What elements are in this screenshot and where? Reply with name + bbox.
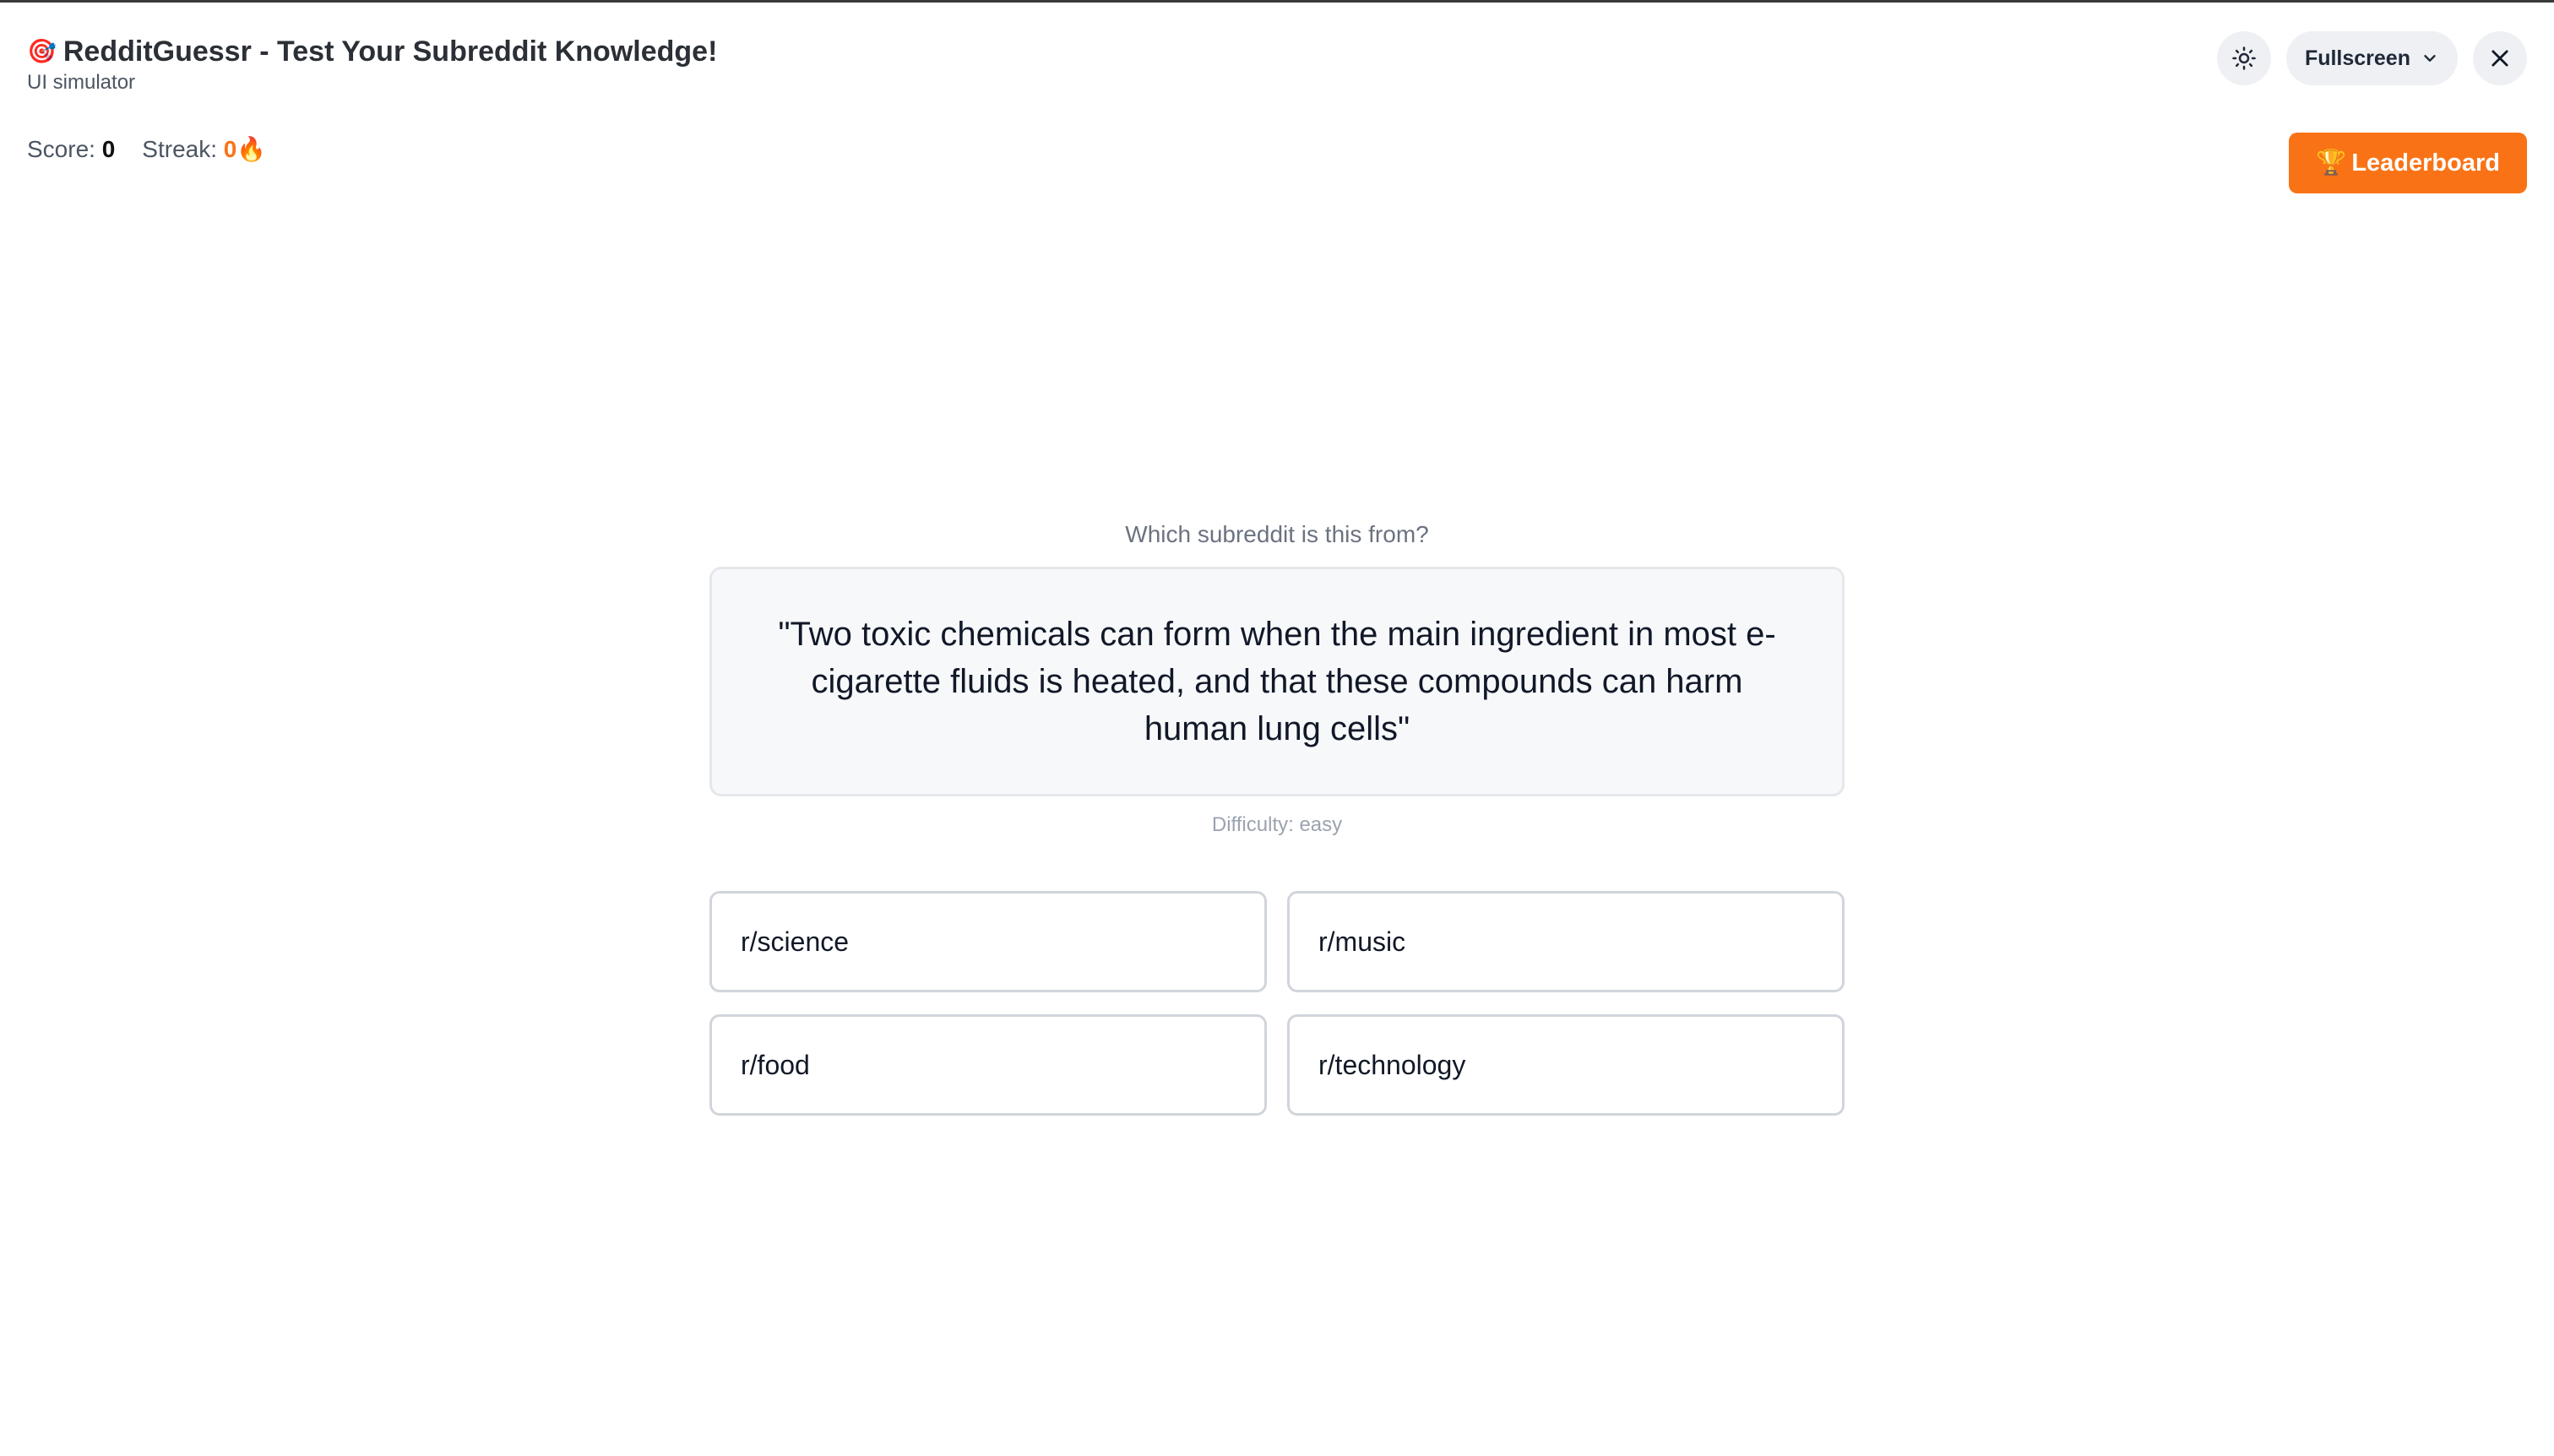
app-header: 🎯 RedditGuessr - Test Your Subreddit Kno… [27,33,717,95]
streak-value: 0🔥 [223,136,267,162]
score-value: 0 [101,136,116,162]
app-subtitle: UI simulator [27,71,136,94]
quote-card: "Two toxic chemicals can form when the m… [709,567,1845,796]
difficulty-label: Difficulty: easy [1211,813,1343,836]
close-icon [2492,50,2508,67]
score-label: Score: [27,136,95,162]
option-button[interactable]: r/music [1287,891,1845,992]
stats-row: Score: 0 Streak: 0🔥 [27,134,266,165]
score-stat: Score: 0 [27,134,115,165]
option-button[interactable]: r/food [709,1014,1267,1116]
leaderboard-label: Leaderboard [2351,149,2500,177]
leaderboard-button[interactable]: 🏆 Leaderboard [2289,133,2527,193]
title-row: 🎯 RedditGuessr - Test Your Subreddit Kno… [27,33,717,70]
app-window: 🎯 RedditGuessr - Test Your Subreddit Kno… [0,0,2554,1456]
app-title: RedditGuessr - Test Your Subreddit Knowl… [62,35,718,68]
sun-icon [2232,46,2256,70]
streak-stat: Streak: 0🔥 [142,134,266,165]
theme-toggle-button[interactable] [2216,31,2271,85]
question-prompt: Which subreddit is this from? [1125,521,1429,547]
quote-text: "Two toxic chemicals can form when the m… [778,616,1776,747]
chevron-down-icon [2424,55,2436,62]
close-button[interactable] [2473,31,2527,85]
fullscreen-label: Fullscreen [2304,46,2410,70]
streak-label: Streak: [142,136,217,162]
option-button[interactable]: r/technology [1287,1014,1845,1116]
option-button[interactable]: r/science [709,891,1267,992]
question-area: Which subreddit is this from? "Two toxic… [709,519,1845,1116]
fullscreen-dropdown[interactable]: Fullscreen [2285,31,2458,85]
top-controls: Fullscreen [2216,31,2527,85]
trophy-icon: 🏆 [2316,149,2347,177]
target-icon: 🎯 [27,38,57,64]
answer-options: r/science r/music r/food r/technology [709,891,1845,1116]
